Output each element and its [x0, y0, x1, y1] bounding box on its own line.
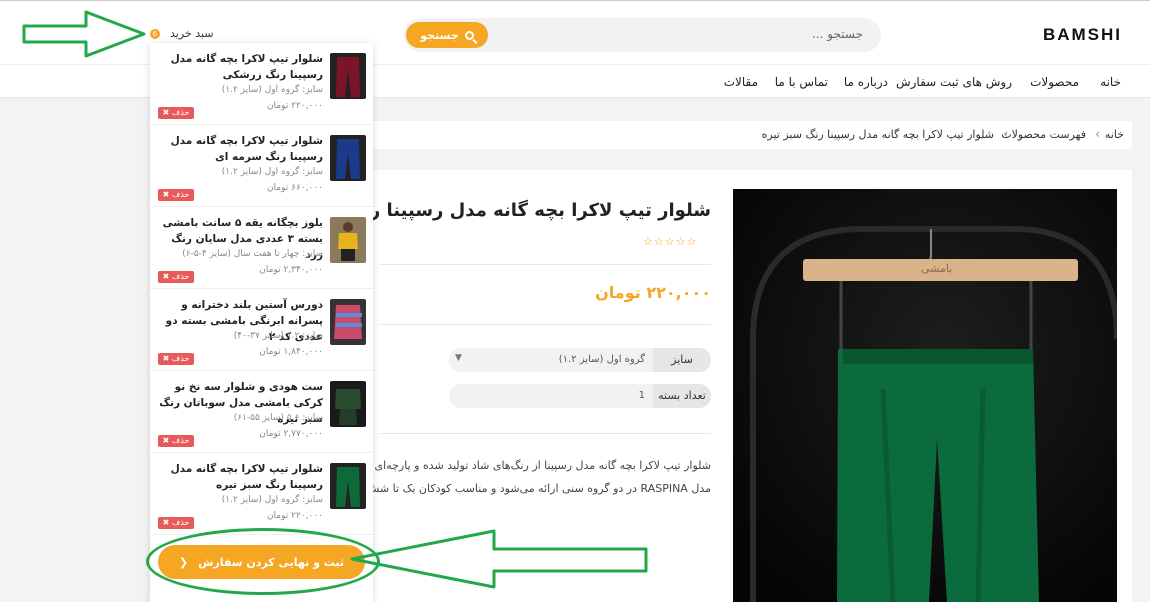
product-title: شلوار تیپ لاکرا بچه گانه مدل رسپینا رنگ … — [313, 200, 711, 221]
cart-item-thumbnail[interactable] — [330, 381, 366, 427]
cart-item: شلوار تیپ لاکرا بچه گانه مدل رسپینا رنگ … — [150, 43, 373, 125]
cart-item-size: سایز: گروه اول (سایز ۱.۲) — [221, 495, 323, 505]
cart-item-price: ۲,۷۷۰,۰۰۰ تومان — [259, 429, 323, 439]
hoodie-icon — [335, 389, 361, 409]
cart-item-size: سایز: ۵.۶ (سایز ۵۵-۶۱) — [233, 413, 323, 423]
hanger-brand-text: بامشی — [921, 262, 953, 275]
cart-item: ست هودی و شلوار سه نخ نو کرکی بامشی مدل … — [150, 371, 373, 453]
delete-button[interactable]: ✖ حذف — [158, 517, 194, 529]
cart-item-title[interactable]: شلوار تیپ لاکرا بچه گانه مدل رسپینا رنگ … — [158, 133, 323, 165]
cart-item-thumbnail[interactable] — [330, 135, 366, 181]
nav-item-articles[interactable]: مقالات — [724, 75, 758, 89]
annotation-arrow-icon — [350, 529, 648, 589]
nav-item-about[interactable]: درباره ما — [844, 75, 888, 89]
search-button[interactable]: جستجو — [406, 22, 488, 48]
product-image[interactable]: بامشی — [733, 189, 1117, 602]
cart-item-size: سایز: ۱.۲ (سایز ۳۷-۴۰) — [233, 331, 323, 341]
breadcrumb: خانه ‹ فهرست محصولات ‹ شلوار تیپ لاکرا ب… — [373, 121, 1132, 149]
delete-button[interactable]: ✖ حذف — [158, 107, 194, 119]
cart-item-size: سایز: گروه اول (سایز ۱.۲) — [221, 85, 323, 95]
breadcrumb-separator-icon: ‹ — [1095, 127, 1100, 141]
site-logo[interactable]: BAMSHI — [1043, 25, 1122, 45]
product-photo — [733, 189, 1117, 602]
breadcrumb-home[interactable]: خانه — [1105, 128, 1124, 141]
breadcrumb-products[interactable]: فهرست محصولات — [1001, 128, 1086, 141]
cart-item-price: ۶۶۰,۰۰۰ تومان — [266, 183, 323, 193]
cart-item-thumbnail[interactable] — [330, 299, 366, 345]
search-input[interactable]: جستجو ... — [812, 27, 863, 41]
delete-button[interactable]: ✖ حذف — [158, 271, 194, 283]
nav-item-order-methods[interactable]: روش های ثبت سفارش — [896, 75, 1012, 89]
product-description-line: شلوار تیپ لاکرا بچه گانه مدل رسپینا از ر… — [364, 459, 711, 472]
cart-item-title[interactable]: شلوار تیپ لاکرا بچه گانه مدل رسپینا رنگ … — [158, 51, 323, 83]
breadcrumb-separator-icon: ‹ — [1003, 127, 1008, 141]
cart-item: شلوار تیپ لاکرا بچه گانه مدل رسپینا رنگ … — [150, 453, 373, 535]
cart-item: دورس آستین بلند دخترانه و پسرانه ابرنگی … — [150, 289, 373, 371]
divider — [380, 324, 711, 325]
cart-item-size: سایز: گروه اول (سایز ۱.۲) — [221, 167, 323, 177]
rating-stars[interactable]: ☆☆☆☆☆ — [643, 235, 697, 248]
nav-item-contact[interactable]: تماس با ما — [775, 75, 828, 89]
delete-button[interactable]: ✖ حذف — [158, 435, 194, 447]
quantity-label: تعداد بسته — [653, 384, 711, 408]
size-select[interactable]: سایز گروه اول (سایز ۱.۲) ▼ — [449, 348, 711, 372]
breadcrumb-current: شلوار تیپ لاکرا بچه گانه مدل رسپینا رنگ … — [761, 128, 994, 141]
cart-dropdown: شلوار تیپ لاکرا بچه گانه مدل رسپینا رنگ … — [150, 43, 373, 602]
cart-item-price: ۲۲۰,۰۰۰ تومان — [266, 101, 323, 111]
product-description-line: مدل RASPINA در دو گروه سنی ارائه می‌شود … — [355, 482, 711, 495]
size-value: گروه اول (سایز ۱.۲) — [558, 354, 645, 365]
search-icon — [464, 30, 474, 40]
cart-count-badge: 6 — [150, 29, 160, 39]
shirt-icon — [334, 305, 362, 339]
cart-item-price: ۱,۸۴۰,۰۰۰ تومان — [259, 347, 323, 357]
cart-item-thumbnail[interactable] — [330, 217, 366, 263]
cart-link[interactable]: سبد خرید — [170, 27, 214, 40]
divider — [380, 433, 711, 434]
cart-item-thumbnail[interactable] — [330, 463, 366, 509]
annotation-ellipse — [146, 528, 380, 595]
size-label: سایز — [653, 348, 711, 372]
cart-item-title[interactable]: شلوار تیپ لاکرا بچه گانه مدل رسپینا رنگ … — [158, 461, 323, 493]
cart-item-size: سایز: چهار تا هفت سال (سایز ۴-۵-۶) — [182, 249, 323, 259]
nav-item-home[interactable]: خانه — [1100, 75, 1121, 89]
delete-button[interactable]: ✖ حذف — [158, 189, 194, 201]
cart-item-thumbnail[interactable] — [330, 53, 366, 99]
shirt-icon — [338, 233, 358, 249]
quantity-value: 1 — [638, 390, 645, 401]
cart-item: شلوار تیپ لاکرا بچه گانه مدل رسپینا رنگ … — [150, 125, 373, 207]
nav-item-products[interactable]: محصولات — [1030, 75, 1079, 89]
product-price: ۲۲۰,۰۰۰ تومان — [595, 283, 711, 302]
cart-item-price: ۲۲۰,۰۰۰ تومان — [266, 511, 323, 521]
quantity-input[interactable]: تعداد بسته 1 — [449, 384, 711, 408]
divider — [380, 264, 711, 265]
cart-item: بلوز بچگانه یقه ۵ سانت بامشی بسته ۳ عددی… — [150, 207, 373, 289]
search-button-label: جستجو — [420, 28, 459, 42]
search-bar: جستجو ... جستجو — [404, 18, 881, 52]
chevron-down-icon: ▼ — [455, 353, 462, 363]
annotation-arrow-icon — [22, 10, 146, 58]
delete-button[interactable]: ✖ حذف — [158, 353, 194, 365]
cart-item-price: ۲,۳۴۰,۰۰۰ تومان — [259, 265, 323, 275]
